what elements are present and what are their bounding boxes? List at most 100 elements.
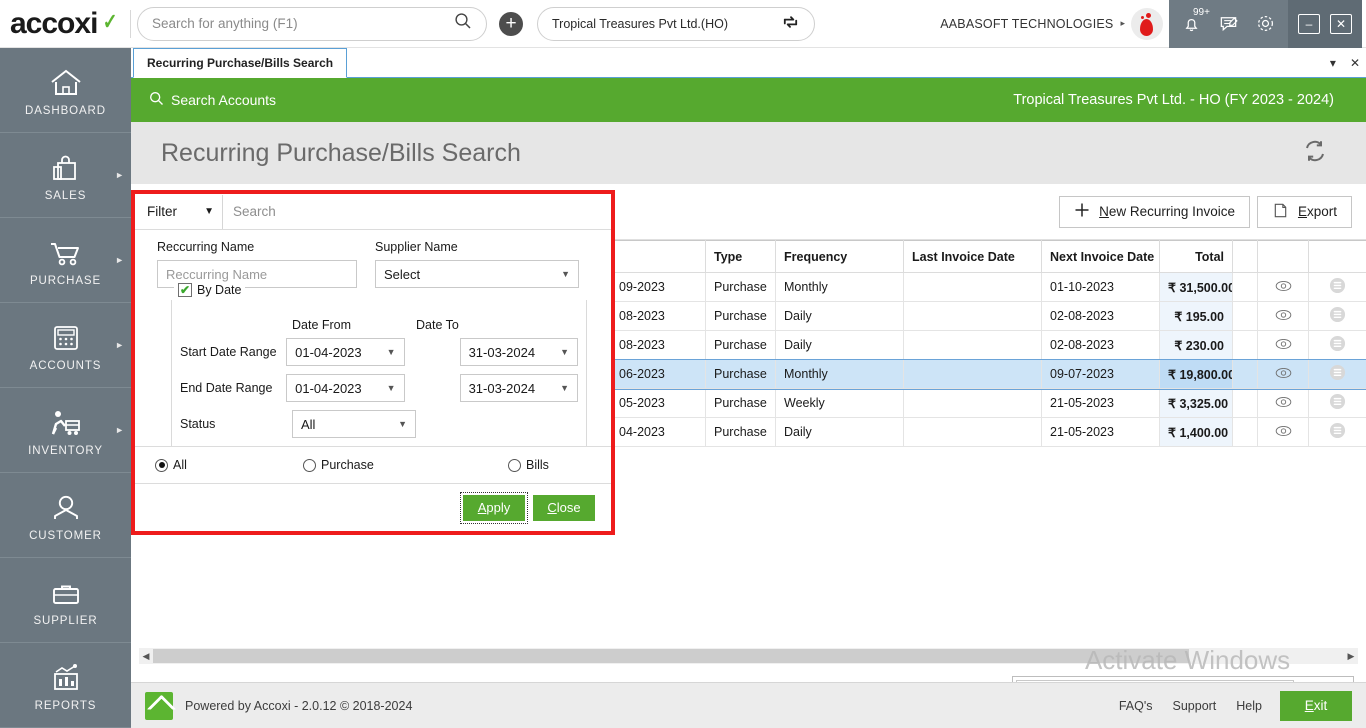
exit-button[interactable]: Exit <box>1280 691 1352 721</box>
search-icon[interactable] <box>454 12 472 35</box>
radio-purchase-dot[interactable] <box>303 459 316 472</box>
sidebar-item-sales[interactable]: SALES ► <box>0 133 131 218</box>
list-menu-icon[interactable] <box>1309 331 1366 360</box>
col-view <box>1258 241 1309 273</box>
scroll-right-arrow-icon[interactable]: ▶ <box>1344 651 1358 662</box>
view-icon[interactable] <box>1258 331 1309 360</box>
close-label: lose <box>557 500 581 515</box>
view-icon[interactable] <box>1258 360 1309 389</box>
col-frequency[interactable]: Frequency <box>776 241 904 273</box>
col-total[interactable]: Total <box>1160 241 1233 273</box>
accoxi-logo: accoxi ✓ <box>0 9 130 39</box>
list-menu-icon[interactable] <box>1309 302 1366 331</box>
search-input[interactable] <box>152 16 454 31</box>
view-icon[interactable] <box>1258 418 1309 447</box>
filter-dialog: Filter ▼ Reccurring Name Supplier Name S… <box>135 194 611 531</box>
scrollbar-thumb[interactable] <box>153 649 1189 663</box>
header-icon-group: 99+ <box>1169 0 1288 48</box>
global-search[interactable] <box>137 7 487 41</box>
company-name: Tropical Treasures Pvt Ltd.(HO) <box>552 17 728 31</box>
radio-bills-dot[interactable] <box>508 459 521 472</box>
radio-bills[interactable]: Bills <box>508 458 549 472</box>
logo-i: i <box>90 7 97 40</box>
minimize-button[interactable]: – <box>1298 14 1320 34</box>
bell-icon[interactable]: 99+ <box>1181 13 1202 34</box>
tab-list-dropdown-icon[interactable]: ▾ <box>1330 56 1336 70</box>
avatar[interactable] <box>1131 8 1163 40</box>
sidebar-item-dashboard[interactable]: DASHBOARD <box>0 48 131 133</box>
filter-search-row: Filter ▼ <box>135 194 611 230</box>
export-button[interactable]: Export <box>1257 196 1352 228</box>
radio-all-label: All <box>173 458 187 472</box>
close-button[interactable]: ✕ <box>1330 14 1352 34</box>
apply-label: pply <box>486 500 510 515</box>
radio-purchase[interactable]: Purchase <box>303 458 508 472</box>
cell-recurring-date: 09-2023 <box>611 273 706 302</box>
filter-search-input[interactable] <box>223 195 611 229</box>
col-type[interactable]: Type <box>706 241 776 273</box>
start-date-to-value: 31-03-2024 <box>469 345 536 360</box>
sidebar-item-inventory[interactable]: INVENTORY ► <box>0 388 131 473</box>
by-date-toggle[interactable]: ✔ By Date <box>174 283 245 297</box>
cell-next-invoice-date: 01-10-2023 <box>1042 273 1160 302</box>
tab-close-icon[interactable]: ✕ <box>1350 56 1360 70</box>
list-menu-icon[interactable] <box>1309 389 1366 418</box>
tab-recurring-purchase-bills-search[interactable]: Recurring Purchase/Bills Search <box>133 48 347 78</box>
footer-link-help[interactable]: Help <box>1236 699 1262 713</box>
status-value: All <box>301 417 315 432</box>
start-date-from-value: 01-04-2023 <box>295 345 362 360</box>
sidebar-item-purchase[interactable]: PURCHASE ► <box>0 218 131 303</box>
quick-add-button[interactable]: + <box>499 12 523 36</box>
briefcase-icon <box>50 574 82 608</box>
message-icon[interactable] <box>1218 13 1239 34</box>
filter-dropdown[interactable]: Filter ▼ <box>135 195 223 229</box>
radio-all-dot[interactable] <box>155 459 168 472</box>
scroll-left-arrow-icon[interactable]: ◀ <box>139 651 153 662</box>
col-last-invoice-date[interactable]: Last Invoice Date <box>904 241 1042 273</box>
search-icon <box>149 91 164 109</box>
list-menu-icon[interactable] <box>1309 273 1366 302</box>
cell-next-invoice-date: 09-07-2023 <box>1042 360 1160 389</box>
cell-last-invoice-date <box>904 302 1042 331</box>
refresh-icon[interactable] <box>1300 136 1336 171</box>
sidebar-item-supplier[interactable]: SUPPLIER <box>0 558 131 643</box>
apply-button[interactable]: Apply <box>463 495 525 521</box>
end-date-from-select[interactable]: 01-04-2023 ▼ <box>286 374 404 402</box>
sidebar-item-customer[interactable]: CUSTOMER <box>0 473 131 558</box>
horizontal-scrollbar[interactable]: ◀ ▶ <box>139 648 1358 664</box>
close-button[interactable]: Close <box>533 495 595 521</box>
cell-next-invoice-date: 02-08-2023 <box>1042 331 1160 360</box>
radio-bills-label: Bills <box>526 458 549 472</box>
sidebar-item-label: PURCHASE <box>30 275 101 287</box>
cell-spacer <box>1233 302 1258 331</box>
view-icon[interactable] <box>1258 273 1309 302</box>
new-recurring-invoice-button[interactable]: New Recurring Invoice <box>1059 196 1250 228</box>
company-selector[interactable]: Tropical Treasures Pvt Ltd.(HO) <box>537 7 815 41</box>
chevron-right-icon: ► <box>115 340 124 350</box>
footer-link-support[interactable]: Support <box>1173 699 1217 713</box>
chevron-right-icon: ► <box>115 425 124 435</box>
col-next-invoice-date[interactable]: Next Invoice Date <box>1042 241 1160 273</box>
page-title-bar: Recurring Purchase/Bills Search <box>131 122 1366 184</box>
date-from-label: Date From <box>292 318 416 332</box>
end-date-to-select[interactable]: 31-03-2024 ▼ <box>460 374 578 402</box>
list-menu-icon[interactable] <box>1309 360 1366 389</box>
radio-all[interactable]: All <box>155 458 303 472</box>
end-date-from-value: 01-04-2023 <box>295 381 362 396</box>
start-date-from-select[interactable]: 01-04-2023 ▼ <box>286 338 404 366</box>
chevron-right-icon[interactable]: ▸ <box>1120 18 1125 29</box>
by-date-checkbox[interactable]: ✔ <box>178 283 192 297</box>
search-accounts-button[interactable]: Search Accounts <box>149 91 276 109</box>
footer-link-faqs[interactable]: FAQ's <box>1119 699 1153 713</box>
view-icon[interactable] <box>1258 302 1309 331</box>
supplier-name-select[interactable]: Select ▼ <box>375 260 579 288</box>
list-menu-icon[interactable] <box>1309 418 1366 447</box>
switch-company-icon[interactable] <box>781 13 800 35</box>
sidebar-item-label: CUSTOMER <box>29 530 102 542</box>
sidebar-item-accounts[interactable]: ACCOUNTS ► <box>0 303 131 388</box>
sidebar-item-reports[interactable]: REPORTS <box>0 643 131 728</box>
status-select[interactable]: All ▼ <box>292 410 416 438</box>
view-icon[interactable] <box>1258 389 1309 418</box>
gear-icon[interactable] <box>1255 13 1276 34</box>
start-date-to-select[interactable]: 31-03-2024 ▼ <box>460 338 578 366</box>
